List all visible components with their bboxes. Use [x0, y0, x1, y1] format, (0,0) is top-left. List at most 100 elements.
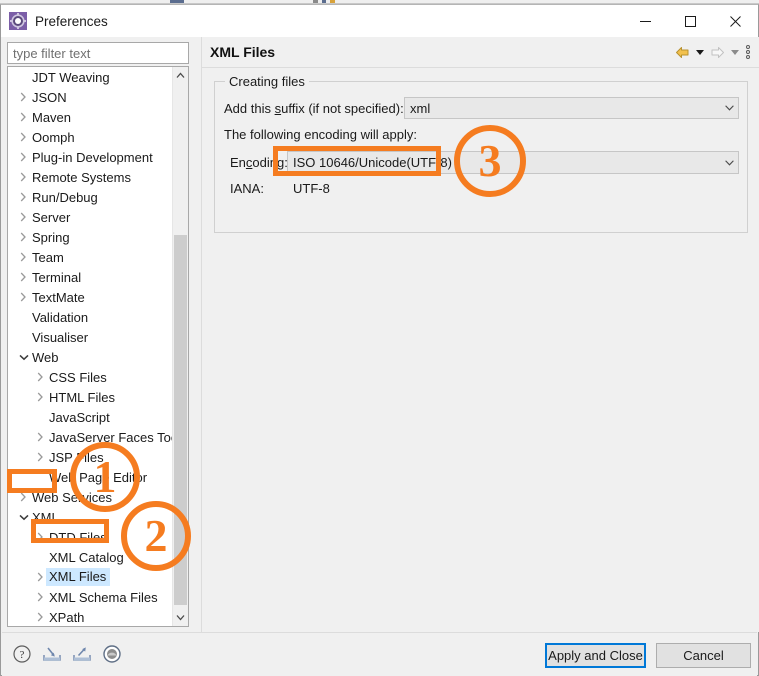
chevron-right-icon[interactable]: [33, 392, 48, 402]
group-title: Creating files: [225, 74, 309, 89]
sidebar-item-maven[interactable]: Maven: [8, 107, 174, 127]
chevron-right-icon[interactable]: [33, 432, 48, 442]
sidebar-item-label: CSS Files: [49, 369, 107, 385]
scroll-thumb[interactable]: [174, 235, 187, 605]
sidebar-item-label: XML Schema Files: [49, 589, 158, 605]
chevron-right-icon[interactable]: [16, 492, 31, 502]
chevron-down-icon[interactable]: [16, 354, 31, 361]
chevron-right-icon[interactable]: [16, 232, 31, 242]
sidebar-item-web-page-editor[interactable]: Web Page Editor: [8, 467, 174, 487]
sidebar-item-label: JSON: [32, 89, 67, 105]
apply-and-close-button[interactable]: Apply and Close: [545, 643, 646, 668]
encoding-value: ISO 10646/Unicode(UTF-8): [293, 155, 452, 170]
chevron-down-icon[interactable]: [16, 514, 31, 521]
chevron-right-icon[interactable]: [16, 152, 31, 162]
sidebar-item-oomph[interactable]: Oomph: [8, 127, 174, 147]
maximize-button[interactable]: [668, 5, 713, 37]
minimize-button[interactable]: [623, 5, 668, 37]
sidebar-item-html-files[interactable]: HTML Files: [8, 387, 174, 407]
restore-icon[interactable]: [101, 643, 123, 665]
sidebar-item-label: Visualiser: [32, 329, 89, 345]
import-preferences-icon[interactable]: [41, 643, 63, 665]
encoding-note: The following encoding will apply:: [224, 127, 417, 142]
back-history-chevron-down-icon[interactable]: [694, 42, 705, 62]
sidebar-item-label: XML Catalog: [49, 549, 124, 565]
filter-input[interactable]: type filter text: [7, 42, 189, 64]
suffix-combo[interactable]: xml: [404, 97, 739, 119]
chevron-right-icon[interactable]: [16, 132, 31, 142]
sidebar-item-validation[interactable]: Validation: [8, 307, 174, 327]
preferences-sidebar: type filter text JDT Weaving JSON Maven Oom…: [2, 37, 195, 632]
scroll-down-icon[interactable]: [173, 609, 188, 626]
sidebar-item-xml-files[interactable]: XML Files: [8, 567, 174, 587]
chevron-right-icon[interactable]: [16, 192, 31, 202]
sidebar-item-team[interactable]: Team: [8, 247, 174, 267]
chevron-right-icon[interactable]: [16, 272, 31, 282]
sidebar-item-dtd-files[interactable]: DTD Files: [8, 527, 174, 547]
sidebar-item-run-debug[interactable]: Run/Debug: [8, 187, 174, 207]
sidebar-item-label: Terminal: [32, 269, 82, 285]
sidebar-item-label: Web Services: [32, 489, 112, 505]
preferences-page: XML Files Creating files Add this suffix…: [201, 37, 759, 632]
close-button[interactable]: [713, 5, 758, 37]
sidebar-item-textmate[interactable]: TextMate: [8, 287, 174, 307]
chevron-right-icon[interactable]: [33, 612, 48, 622]
chevron-right-icon[interactable]: [16, 172, 31, 182]
page-title: XML Files: [210, 44, 276, 60]
back-arrow-icon[interactable]: [673, 42, 691, 62]
sidebar-item-label: JavaScript: [49, 409, 110, 425]
sidebar-item-web-services[interactable]: Web Services: [8, 487, 174, 507]
sidebar-item-spring[interactable]: Spring: [8, 227, 174, 247]
suffix-value: xml: [410, 100, 431, 116]
sidebar-item-label: Web: [32, 349, 59, 365]
chevron-right-icon[interactable]: [33, 372, 48, 382]
sidebar-item-jsp-files[interactable]: JSP Files: [8, 447, 174, 467]
sidebar-item-label: Remote Systems: [32, 169, 131, 185]
sidebar-item-label: Server: [32, 209, 71, 225]
sidebar-item-terminal[interactable]: Terminal: [8, 267, 174, 287]
chevron-right-icon[interactable]: [33, 592, 48, 602]
encoding-chevron-down-icon[interactable]: [720, 152, 738, 173]
scroll-up-icon[interactable]: [173, 67, 188, 84]
suffix-chevron-down-icon[interactable]: [720, 98, 738, 118]
view-menu-icon[interactable]: [743, 42, 753, 62]
sidebar-item-label: Validation: [32, 309, 89, 325]
sidebar-item-visualiser[interactable]: Visualiser: [8, 327, 174, 347]
sidebar-item-xml-catalog[interactable]: XML Catalog: [8, 547, 174, 567]
sidebar-item-javascript[interactable]: JavaScript: [8, 407, 174, 427]
chevron-right-icon[interactable]: [16, 292, 31, 302]
sidebar-item-json[interactable]: JSON: [8, 87, 174, 107]
sidebar-item-xml[interactable]: XML: [8, 507, 174, 527]
sidebar-item-server[interactable]: Server: [8, 207, 174, 227]
help-icon[interactable]: ?: [11, 643, 33, 665]
svg-text:?: ?: [20, 649, 25, 661]
forward-history-chevron-down-icon[interactable]: [729, 42, 740, 62]
chevron-right-icon[interactable]: [16, 92, 31, 102]
sidebar-item-web[interactable]: Web: [8, 347, 174, 367]
sidebar-item-label: Run/Debug: [32, 189, 98, 205]
chevron-right-icon[interactable]: [16, 212, 31, 222]
sidebar-item-javaserver-faces-tools[interactable]: JavaServer Faces Tools: [8, 427, 174, 447]
sidebar-item-plug-in-development[interactable]: Plug-in Development: [8, 147, 174, 167]
sidebar-item-jdt-weaving[interactable]: JDT Weaving: [8, 67, 174, 87]
sidebar-item-css-files[interactable]: CSS Files: [8, 367, 174, 387]
chevron-right-icon[interactable]: [16, 112, 31, 122]
chevron-right-icon[interactable]: [33, 532, 48, 542]
sidebar-item-xpath[interactable]: XPath: [8, 607, 174, 626]
preferences-tree[interactable]: JDT Weaving JSON Maven Oomph Plug-in Develop…: [7, 66, 189, 627]
sidebar-item-label: Spring: [32, 229, 70, 245]
export-preferences-icon[interactable]: [71, 643, 93, 665]
forward-arrow-icon: [708, 42, 726, 62]
window-title: Preferences: [35, 13, 108, 29]
chevron-right-icon[interactable]: [33, 452, 48, 462]
chevron-right-icon[interactable]: [16, 252, 31, 262]
cancel-button[interactable]: Cancel: [656, 643, 751, 668]
iana-label: IANA:: [230, 181, 264, 196]
encoding-combo[interactable]: ISO 10646/Unicode(UTF-8): [287, 151, 739, 174]
sidebar-item-xml-schema-files[interactable]: XML Schema Files: [8, 587, 174, 607]
sidebar-item-label: XML Files: [46, 568, 111, 586]
preferences-dialog: Preferences type filter text JDT Weaving…: [0, 4, 759, 676]
tree-vertical-scrollbar[interactable]: [172, 67, 188, 626]
sidebar-item-remote-systems[interactable]: Remote Systems: [8, 167, 174, 187]
sidebar-item-label: HTML Files: [49, 389, 115, 405]
